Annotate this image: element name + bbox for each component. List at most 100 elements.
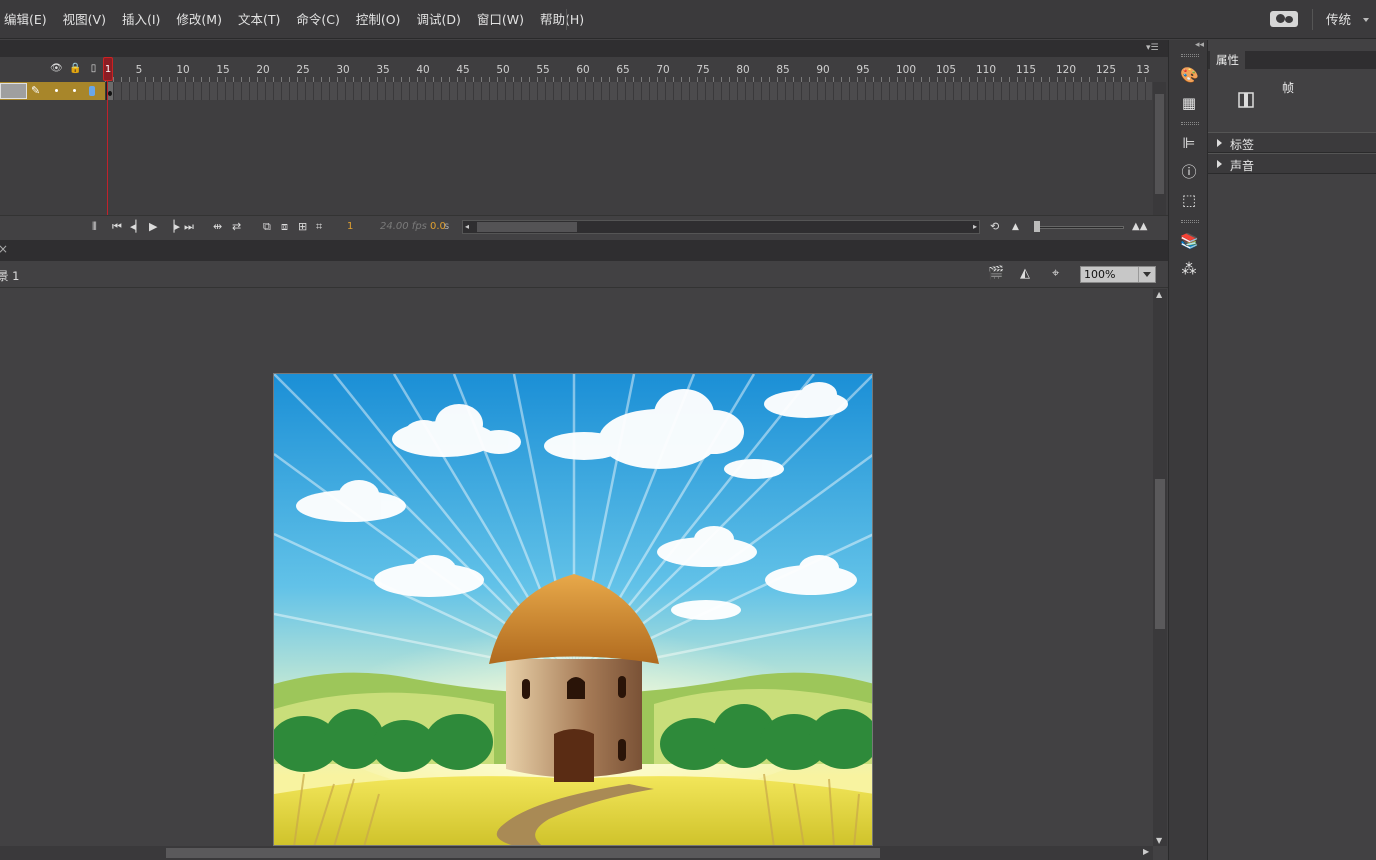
sync-settings-button[interactable] [1270,11,1298,27]
section-sound[interactable]: 声音 [1208,153,1376,174]
close-icon[interactable]: × [0,242,8,256]
timeline-zoom-slider[interactable] [1036,226,1124,229]
go-to-last-frame-icon[interactable]: ⏭ [184,220,194,234]
scrollbar-thumb[interactable] [1155,479,1165,629]
menu-edit[interactable]: 编辑(E) [0,0,55,39]
menu-control[interactable]: 控制(O) [348,0,409,39]
workspace-switcher[interactable]: 传统 [1326,0,1351,39]
scene-breadcrumb[interactable]: 景 1 [0,268,19,284]
gear-icon [1285,16,1293,23]
visibility-dot[interactable] [55,89,58,92]
scroll-down-icon[interactable]: ▼ [1156,836,1162,845]
lock-dot[interactable] [73,89,76,92]
loop-icon[interactable]: ⇹ [213,220,222,234]
onion-skin-icon[interactable]: ⧉ [263,220,271,234]
menu-window[interactable]: 窗口(W) [469,0,532,39]
selection-type-label: 帧 [1282,81,1295,95]
frames-row[interactable] [105,82,1152,100]
collapse-icon[interactable]: ◂◂ [1195,40,1204,50]
scroll-left-icon[interactable]: ◂ [465,222,469,231]
onion-outline-icon[interactable]: ⧈ [281,220,288,234]
scroll-right-icon[interactable]: ▶ [1143,847,1149,856]
section-label[interactable]: 标签 [1208,132,1376,153]
menu-commands[interactable]: 命令(C) [288,0,347,39]
loop-playback-icon[interactable]: ⟲ [990,220,999,234]
grip-icon[interactable] [1181,54,1199,57]
scrollbar-thumb[interactable] [477,222,577,232]
scrollbar-thumb[interactable] [166,848,880,858]
playhead-line [107,81,108,215]
current-frame-readout[interactable]: 1 [347,221,353,232]
stage-horizontal-scrollbar[interactable]: ▶ [0,846,1153,860]
edit-symbols-icon[interactable]: ◭ [1020,266,1030,281]
align-icon[interactable]: ⊫ [1180,134,1198,152]
timeline-horizontal-scrollbar[interactable]: ◂ ▸ [462,220,980,234]
menu-view[interactable]: 视图(V) [55,0,114,39]
timeline-tab-strip [0,40,1168,57]
edit-scene-icon[interactable]: 🎬 [988,266,1004,281]
swatches-icon[interactable]: 🎨 [1180,66,1199,84]
motion-presets-icon[interactable]: ⁂ [1180,260,1198,278]
grip-icon: ⦀ [92,220,97,233]
center-frame-icon[interactable]: ⇄ [232,220,241,234]
eye-icon[interactable]: 👁 [50,63,63,74]
transform-icon[interactable]: ⬚ [1180,191,1198,209]
modify-markers-icon[interactable]: ⌗ [316,220,322,234]
ruler-label: 80 [736,64,750,76]
go-to-first-frame-icon[interactable]: ⏮ [112,220,122,234]
frame-ruler[interactable]: 5 10 15 20 25 30 35 40 45 50 55 60 65 70… [105,57,1152,82]
swatch-grid-icon[interactable]: ▦ [1180,94,1198,112]
menu-modify[interactable]: 修改(M) [168,0,230,39]
ruler-label: 110 [975,64,997,76]
step-back-icon[interactable]: ◂▏ [130,220,144,234]
gear-icon [1276,14,1285,23]
slider-thumb[interactable] [1034,221,1040,232]
pencil-icon: ✎ [31,84,41,97]
menu-help[interactable]: 帮助(H) [532,0,592,39]
menu-bar: 编辑(E) 视图(V) 插入(I) 修改(M) 文本(T) 命令(C) 控制(O… [0,0,1376,39]
tab-properties[interactable]: 属性 [1210,51,1245,69]
step-forward-icon[interactable]: ▕▸ [166,220,180,234]
ruler-label: 55 [536,64,550,76]
ruler-label: 90 [816,64,830,76]
frame-rate-readout[interactable]: 24.00 fps [380,221,427,232]
menu-insert[interactable]: 插入(I) [114,0,168,39]
library-icon[interactable]: 📚 [1180,232,1199,250]
ruler-label: 120 [1055,64,1077,76]
layer-row[interactable]: ✎ [0,82,105,100]
scroll-right-icon[interactable]: ▸ [973,222,977,231]
ruler-label: 75 [696,64,710,76]
ruler-label: 30 [336,64,350,76]
grip-icon[interactable] [1181,220,1199,223]
panel-menu-icon[interactable]: ▾☰ [1146,43,1159,53]
scroll-up-icon[interactable]: ▲ [1156,290,1162,299]
menu-debug[interactable]: 调试(D) [408,0,468,39]
zoom-select[interactable]: 100% [1080,266,1156,283]
layer-outline-color[interactable] [89,86,95,96]
outline-icon[interactable]: ▯ [88,63,99,74]
ruler-label: 95 [856,64,870,76]
info-icon[interactable]: ⓘ [1180,163,1198,181]
stage-area[interactable] [0,289,1153,846]
center-stage-icon[interactable]: ⌖ [1052,266,1059,281]
menu-text[interactable]: 文本(T) [230,0,288,39]
section-sound-title: 声音 [1230,159,1255,173]
grip-icon[interactable] [1181,122,1199,125]
stage-vertical-scrollbar[interactable]: ▲ ▼ [1153,289,1167,846]
zoom-value: 100% [1084,268,1116,281]
stage-artwork[interactable] [274,374,873,846]
ruler-label: 40 [416,64,430,76]
chevron-right-icon [1217,160,1222,168]
lock-icon[interactable]: 🔒 [69,63,81,74]
scrollbar-thumb[interactable] [1155,94,1164,194]
chevron-down-icon[interactable] [1138,267,1155,282]
zoom-out-icon[interactable]: ▲ [1012,220,1019,234]
menu-separator [566,9,567,30]
play-icon[interactable]: ▶ [149,220,157,234]
layer-name-field[interactable] [0,83,27,99]
stage-canvas[interactable] [273,373,873,846]
edit-multiple-frames-icon[interactable]: ⊞ [298,220,307,234]
timeline-vertical-scrollbar[interactable] [1153,82,1166,215]
chevron-down-icon[interactable] [1363,18,1369,22]
zoom-in-icon[interactable]: ▲▲ [1132,220,1147,234]
